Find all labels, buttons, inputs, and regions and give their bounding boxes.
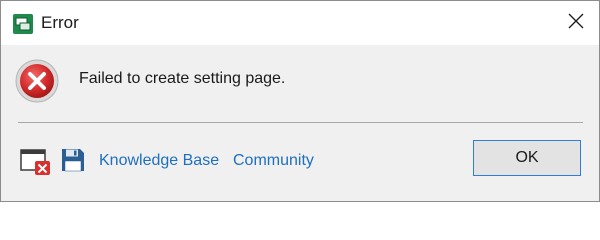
error-icon — [14, 58, 60, 104]
window-error-icon[interactable] — [20, 147, 52, 177]
error-message: Failed to create setting page. — [79, 70, 286, 87]
knowledge-base-link[interactable]: Knowledge Base — [99, 152, 219, 170]
app-dialog-icon — [13, 14, 33, 34]
error-dialog: Error Failed to create setting page. Kno… — [0, 0, 600, 202]
community-link[interactable]: Community — [233, 152, 314, 170]
save-icon[interactable] — [61, 148, 85, 172]
divider — [18, 122, 583, 123]
ok-button[interactable]: OK — [473, 140, 581, 176]
close-button[interactable] — [553, 1, 599, 45]
title-bar: Error — [1, 1, 599, 45]
dialog-body: Failed to create setting page. Knowledge… — [1, 45, 599, 201]
window-title: Error — [41, 13, 79, 32]
close-icon — [568, 13, 584, 34]
